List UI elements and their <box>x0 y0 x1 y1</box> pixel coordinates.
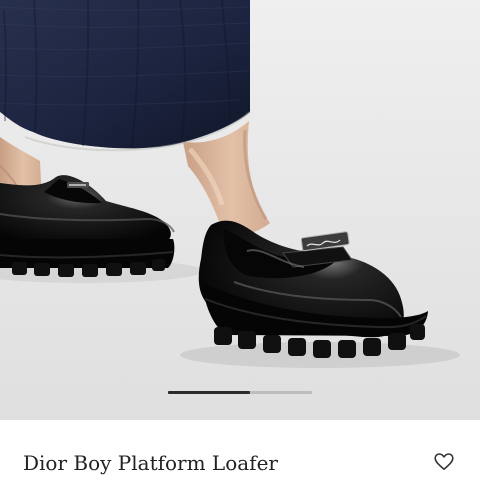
wishlist-button[interactable] <box>430 449 458 477</box>
product-photo <box>0 0 480 420</box>
denim-skirt <box>0 0 251 152</box>
heart-outline-icon <box>432 449 456 478</box>
product-screen: Dior Boy Platform Loafer <box>0 0 480 480</box>
product-image[interactable] <box>0 0 480 420</box>
image-pager-progress <box>168 391 250 394</box>
image-pager[interactable] <box>168 391 312 394</box>
product-title: Dior Boy Platform Loafer <box>23 451 278 475</box>
